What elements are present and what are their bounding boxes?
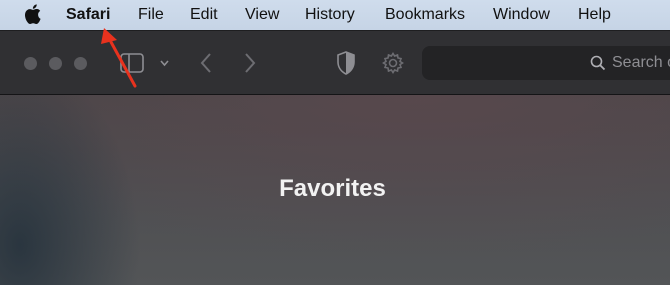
close-window-button[interactable] [24,57,37,70]
chevron-down-icon[interactable] [159,58,170,68]
search-field[interactable]: Search o [422,46,670,80]
menu-help[interactable]: Help [578,5,611,25]
favorites-title: Favorites [279,175,386,202]
back-icon[interactable] [199,52,213,74]
zoom-window-button[interactable] [74,57,87,70]
menu-history[interactable]: History [305,5,355,25]
menu-safari[interactable]: Safari [66,5,110,25]
safari-window: Search o Favorites [0,30,670,285]
menu-file[interactable]: File [138,5,164,25]
sidebar-icon[interactable] [120,53,144,73]
start-page: Favorites [0,95,670,285]
screen: Safari File Edit View History Bookmarks … [0,0,670,285]
menu-window[interactable]: Window [493,5,550,25]
privacy-shield-icon[interactable] [336,51,356,75]
search-icon [590,55,606,71]
menu-edit[interactable]: Edit [190,5,218,25]
forward-icon[interactable] [243,52,257,74]
minimize-window-button[interactable] [49,57,62,70]
toolbar: Search o [0,30,670,95]
menu-bookmarks[interactable]: Bookmarks [385,5,465,25]
gear-icon[interactable] [381,51,405,75]
menu-view[interactable]: View [245,5,279,25]
search-placeholder: Search o [612,54,670,71]
apple-logo-icon[interactable] [24,4,41,24]
menu-bar: Safari File Edit View History Bookmarks … [0,0,670,30]
